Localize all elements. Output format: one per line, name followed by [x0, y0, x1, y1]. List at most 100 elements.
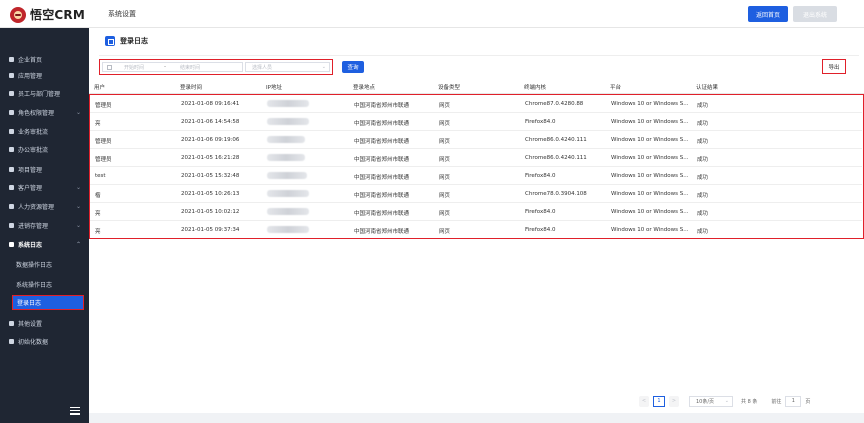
data-icon: [9, 338, 14, 344]
home-button[interactable]: 返回首页: [748, 6, 788, 22]
column-header-location[interactable]: 登录地点: [353, 83, 375, 91]
cell-kernel: Firefox84.0: [525, 119, 556, 125]
cell-auth-result: 成功: [697, 157, 709, 163]
range-separator: -: [164, 64, 166, 70]
cell-user: 管理员: [95, 139, 112, 145]
pagination: < 1 > 10条/页 ⌄ 共 8 条 前往 1 页: [639, 395, 810, 407]
column-header-ip[interactable]: IP地址: [266, 83, 282, 91]
sidebar-item-hr[interactable]: 人力资源管理 ⌄: [0, 199, 89, 213]
cell-user: 管理员: [95, 103, 112, 109]
end-date-input[interactable]: 结束时间: [174, 64, 200, 71]
user-select[interactable]: 选择人员 ⌄: [245, 62, 330, 72]
cell-location: 中国河南省郑州市联通: [354, 193, 410, 199]
cell-location: 中国河南省郑州市联通: [354, 139, 410, 145]
sidebar-sub-data-log[interactable]: 数据操作日志: [0, 257, 89, 271]
top-bar: 悟空CRM 系统设置 返回首页 退出系统: [0, 0, 864, 28]
goto-page-input[interactable]: 1: [785, 395, 802, 407]
column-header-device[interactable]: 设备类型: [438, 83, 460, 91]
ip-redacted: [267, 118, 309, 125]
cell-device: 网页: [439, 175, 451, 181]
org-icon: [9, 90, 14, 96]
user-icon: [9, 203, 14, 209]
chevron-down-icon: ⌄: [75, 203, 81, 210]
ip-redacted: [267, 190, 309, 197]
column-header-platform[interactable]: 平台: [610, 83, 621, 91]
log-icon: [105, 36, 115, 46]
goto-label: 前往: [771, 398, 782, 405]
column-header-kernel[interactable]: 终端内核: [524, 83, 546, 91]
query-button[interactable]: 查询: [342, 61, 364, 73]
collapse-menu-icon[interactable]: [70, 407, 80, 415]
cell-login-time: 2021-01-05 10:26:13: [181, 191, 240, 197]
sidebar-item-label: 项目管理: [18, 166, 43, 174]
logout-button[interactable]: 退出系统: [793, 6, 837, 22]
sidebar-item-home[interactable]: 企业首页: [0, 52, 89, 66]
cell-user: test: [95, 173, 106, 179]
table-row[interactable]: 管理员 2021-01-08 09:16:41 中国河南省郑州市联通 网页 Ch…: [90, 95, 862, 113]
user-icon: [9, 128, 14, 134]
sidebar-item-label: 其他设置: [18, 320, 43, 328]
app-logo[interactable]: 悟空CRM: [10, 6, 85, 23]
date-range-picker[interactable]: 开始时间 - 结束时间: [102, 62, 243, 72]
sidebar-item-biz-approval[interactable]: 业务审批流: [0, 124, 89, 138]
sidebar-item-office-approval[interactable]: 办公审批流: [0, 142, 89, 156]
page-size-select[interactable]: 10条/页 ⌄: [689, 395, 733, 407]
sidebar-item-label: 办公审批流: [18, 146, 49, 154]
cell-device: 网页: [439, 193, 451, 199]
column-header-user[interactable]: 用户: [94, 83, 105, 91]
next-page-button[interactable]: >: [669, 395, 679, 407]
sidebar-item-label: 初始化数据: [18, 338, 49, 346]
table-row[interactable]: 管理员 2021-01-05 16:21:28 中国河南省郑州市联通 网页 Ch…: [90, 149, 862, 167]
start-date-input[interactable]: 开始时间: [116, 64, 156, 71]
column-header-login-time[interactable]: 登录时间: [180, 83, 202, 91]
cell-login-time: 2021-01-05 09:37:34: [181, 227, 240, 233]
cell-location: 中国河南省郑州市联通: [354, 175, 410, 181]
cell-kernel: Chrome78.0.3904.108: [525, 191, 587, 197]
cell-login-time: 2021-01-05 16:21:28: [181, 155, 240, 161]
export-button[interactable]: 导出: [822, 59, 846, 74]
page-number-1[interactable]: 1: [653, 395, 665, 407]
sidebar-item-apps[interactable]: 应用管理: [0, 68, 89, 82]
sidebar-item-other-settings[interactable]: 其他设置: [0, 316, 89, 330]
cell-platform: Windows 10 or Windows S...: [611, 173, 689, 179]
cell-platform: Windows 10 or Windows S...: [611, 191, 689, 197]
gear-icon: [9, 320, 14, 326]
table-row[interactable]: 楷 2021-01-05 10:26:13 中国河南省郑州市联通 网页 Chro…: [90, 185, 862, 203]
chevron-down-icon: ⌄: [75, 222, 81, 229]
sidebar-item-customers[interactable]: 客户管理 ⌄: [0, 180, 89, 194]
prev-page-button[interactable]: <: [639, 395, 649, 407]
sidebar-item-roles[interactable]: 角色权限管理 ⌄: [0, 105, 89, 119]
cell-auth-result: 成功: [697, 229, 709, 235]
sidebar-sub-system-log[interactable]: 系统操作日志: [0, 277, 89, 291]
cell-kernel: Chrome87.0.4280.88: [525, 101, 584, 107]
sidebar-item-syslog[interactable]: 系统日志 ⌃: [0, 237, 89, 251]
ip-redacted: [267, 154, 305, 161]
cell-login-time: 2021-01-06 09:19:06: [181, 137, 240, 143]
table-row[interactable]: 亮 2021-01-05 10:02:12 中国河南省郑州市联通 网页 Fire…: [90, 203, 862, 221]
cell-location: 中国河南省郑州市联通: [354, 211, 410, 217]
cell-user: 亮: [95, 121, 101, 127]
cell-login-time: 2021-01-08 09:16:41: [181, 101, 240, 107]
page-title: 登录日志: [120, 37, 148, 45]
cell-auth-result: 成功: [697, 103, 709, 109]
sidebar-item-projects[interactable]: 项目管理: [0, 162, 89, 176]
doc-icon: [9, 241, 14, 247]
sidebar-item-org[interactable]: 员工与部门管理: [0, 86, 89, 100]
column-header-auth-result[interactable]: 认证结果: [696, 83, 718, 91]
sidebar-item-label: 人力资源管理: [18, 203, 55, 211]
sidebar-item-init-data[interactable]: 初始化数据: [0, 334, 89, 348]
table-header: 用户 登录时间 IP地址 登录地点 设备类型 终端内核 平台 认证结果: [89, 80, 864, 94]
sidebar-sub-login-log[interactable]: 登录日志: [12, 295, 84, 310]
sidebar-item-label: 业务审批流: [18, 128, 49, 136]
cell-kernel: Firefox84.0: [525, 227, 556, 233]
ip-redacted: [267, 226, 309, 233]
table-row[interactable]: 管理员 2021-01-06 09:19:06 中国河南省郑州市联通 网页 Ch…: [90, 131, 862, 149]
sidebar-item-inventory[interactable]: 进销存管理 ⌄: [0, 218, 89, 232]
table-row[interactable]: test 2021-01-05 15:32:48 中国河南省郑州市联通 网页 F…: [90, 167, 862, 185]
table-row[interactable]: 亮 2021-01-06 14:54:58 中国河南省郑州市联通 网页 Fire…: [90, 113, 862, 131]
sidebar: 企业首页 应用管理 员工与部门管理 角色权限管理 ⌄ 业务审批流 办公审批流 项目…: [0, 28, 89, 423]
table-row[interactable]: 亮 2021-01-05 09:37:34 中国河南省郑州市联通 网页 Fire…: [90, 221, 862, 239]
cell-login-time: 2021-01-06 14:54:58: [181, 119, 240, 125]
box-icon: [9, 222, 14, 228]
section-title: 系统设置: [108, 10, 136, 18]
